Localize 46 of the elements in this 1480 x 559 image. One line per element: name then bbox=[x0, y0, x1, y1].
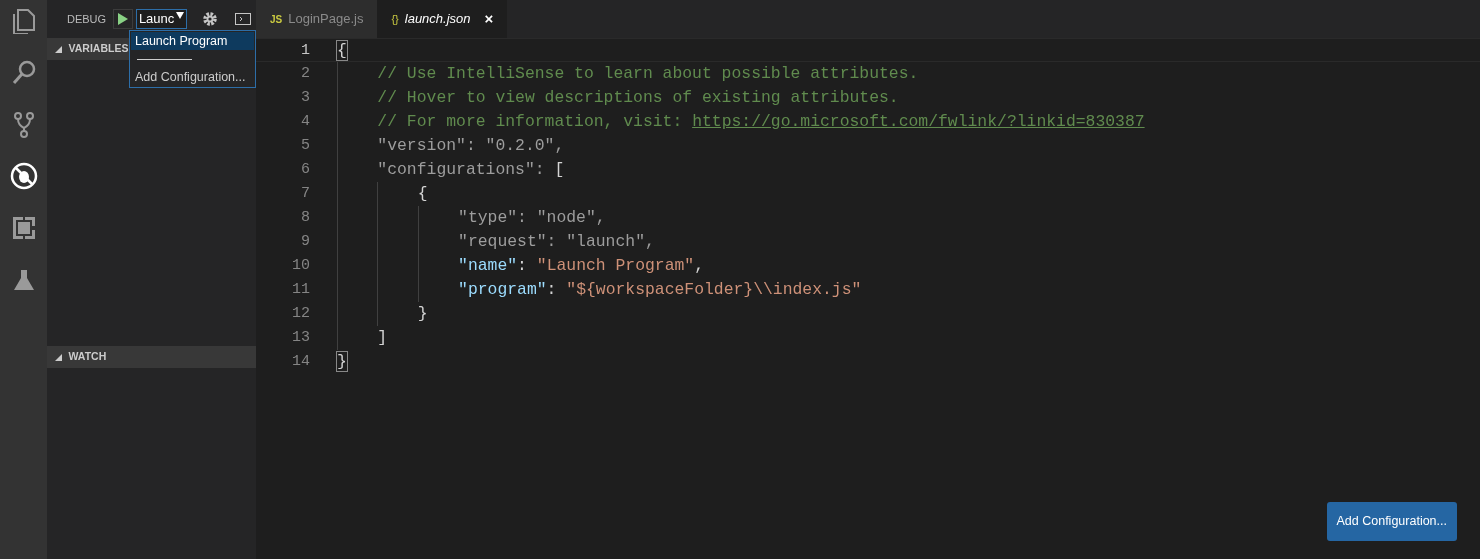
editor-tab[interactable]: {} launch.json × bbox=[377, 0, 508, 38]
code-line: // Use IntelliSense to learn about possible attributes. bbox=[337, 62, 919, 86]
code-line: "type": "node", bbox=[337, 206, 606, 230]
code-line: { bbox=[337, 182, 428, 206]
toolbar-title: DEBUG bbox=[67, 11, 107, 27]
line-number: 2 bbox=[300, 64, 310, 84]
code-line: "request": "launch", bbox=[337, 230, 655, 254]
line-number: 3 bbox=[300, 88, 310, 108]
code-line: // Hover to view descriptions of existing attributes. bbox=[337, 86, 899, 110]
code-line: } bbox=[337, 351, 347, 373]
code-line: { bbox=[337, 40, 347, 61]
menu-item[interactable]: Launch Program bbox=[131, 32, 254, 50]
start-button[interactable] bbox=[112, 9, 133, 29]
line-number: 1 bbox=[300, 41, 310, 61]
console-icon[interactable] bbox=[235, 13, 252, 25]
code-line: "configurations": [ bbox=[337, 158, 565, 182]
close-icon[interactable]: × bbox=[484, 7, 494, 31]
menu-item[interactable]: Add Configuration... bbox=[131, 68, 254, 86]
code-line: // For more information, visit: https://go.microsoft.com/fwlink/?linkid=830387 bbox=[337, 110, 1145, 134]
line-number: 4 bbox=[300, 112, 310, 132]
editor-tab[interactable]: JS LoginPage.js bbox=[256, 0, 378, 38]
play-icon bbox=[117, 13, 128, 25]
line-number: 11 bbox=[291, 280, 310, 300]
line-number: 8 bbox=[300, 208, 310, 228]
code-line: "version": "0.2.0", bbox=[337, 134, 565, 158]
settings-icon[interactable] bbox=[202, 11, 219, 27]
add-configuration-button[interactable]: Add Configuration... bbox=[1326, 502, 1457, 541]
debug-icon[interactable] bbox=[9, 162, 38, 190]
section-header[interactable]: WATCH bbox=[47, 346, 256, 368]
code-line: "program": "${workspaceFolder}\\index.js" bbox=[337, 278, 862, 302]
line-number: 13 bbox=[291, 328, 310, 348]
code-line: } bbox=[337, 302, 428, 326]
line-number: 14 bbox=[291, 352, 310, 372]
json-file-icon: {} bbox=[391, 10, 399, 28]
line-number: 7 bbox=[300, 184, 310, 204]
configuration-select[interactable]: Launc bbox=[135, 9, 187, 29]
line-number: 12 bbox=[291, 304, 310, 324]
line-number: 5 bbox=[300, 136, 310, 156]
line-number: 9 bbox=[300, 232, 310, 252]
link[interactable]: https://go.microsoft.com/fwlink/?linkid=830387 bbox=[692, 112, 1145, 131]
js-file-icon: JS bbox=[270, 11, 283, 27]
code-line: "name": "Launch Program", bbox=[337, 254, 705, 278]
line-number: 6 bbox=[300, 160, 310, 180]
line-number: 10 bbox=[291, 256, 310, 276]
caret-icon bbox=[175, 10, 184, 20]
code-line: ] bbox=[337, 326, 388, 350]
